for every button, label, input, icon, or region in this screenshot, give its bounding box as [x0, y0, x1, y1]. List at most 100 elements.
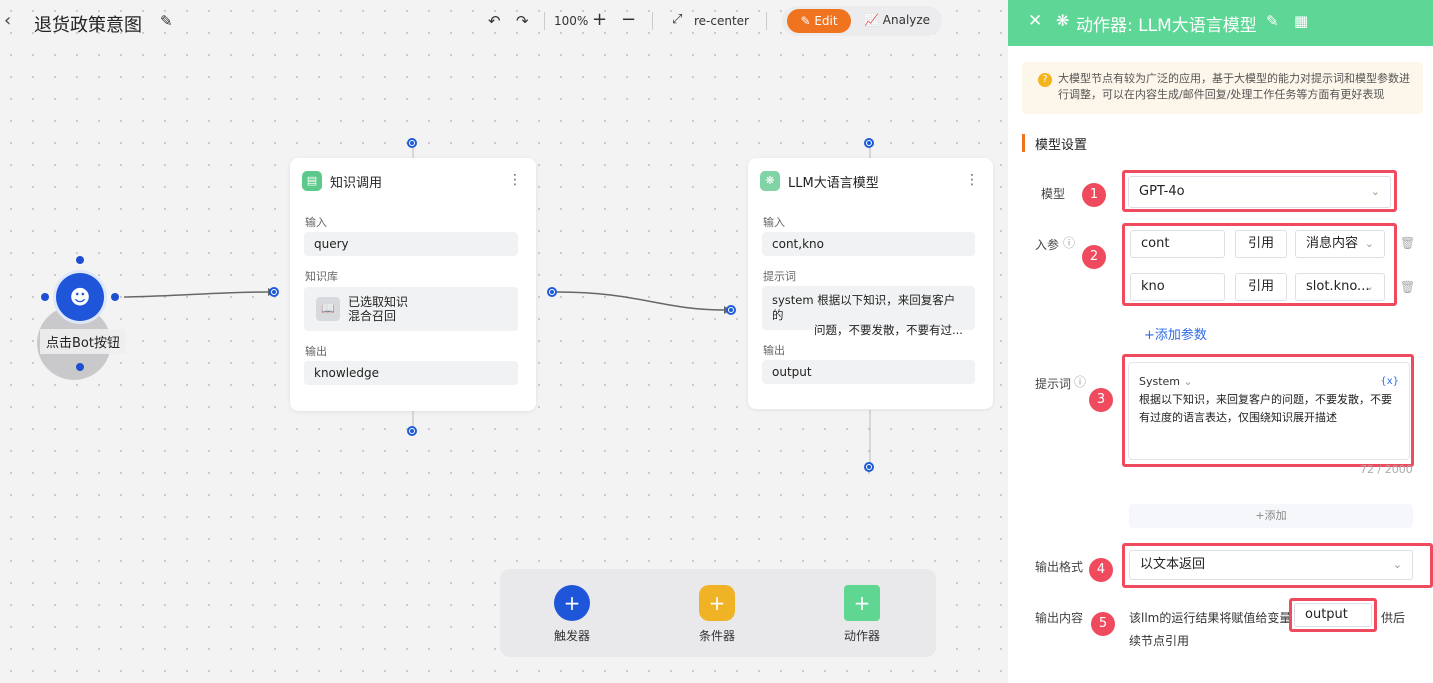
- knowledge-port-bottom[interactable]: [407, 426, 417, 436]
- knowledge-port-top[interactable]: [407, 138, 417, 148]
- badge-1: 1: [1082, 183, 1106, 207]
- kb-line2: 混合召回: [348, 309, 397, 323]
- llm-port-left[interactable]: [726, 305, 736, 315]
- param-name-input[interactable]: kno: [1130, 273, 1225, 301]
- node-palette: + 触发器 + 条件器 + 动作器: [500, 569, 936, 657]
- kb-label: 知识库: [305, 270, 338, 283]
- node-title: 知识调用: [330, 175, 383, 191]
- chevron-down-icon: ⌄: [1183, 375, 1193, 388]
- param-ref-button[interactable]: 引用: [1235, 230, 1287, 258]
- trigger-port-top[interactable]: [76, 256, 84, 264]
- more-icon[interactable]: ⋮: [508, 172, 522, 188]
- input-label: 输入: [763, 216, 785, 229]
- model-select[interactable]: GPT-4o ⌄: [1128, 176, 1391, 208]
- knowledge-icon: ▤: [302, 171, 322, 191]
- plus-icon: +: [699, 585, 735, 621]
- knowledge-port-left[interactable]: [269, 287, 279, 297]
- param-source-select[interactable]: slot.kno... ⌄: [1295, 273, 1385, 301]
- badge-5: 5: [1091, 612, 1115, 636]
- edit-icon[interactable]: ✎: [1266, 12, 1279, 30]
- llm-node[interactable]: ❋ LLM大语言模型 ⋮ 输入 cont,kno 提示词 system 根据以下…: [748, 158, 993, 409]
- save-icon[interactable]: ▦: [1294, 12, 1308, 30]
- prompt-role: System: [1139, 375, 1181, 388]
- brain-icon: ❋: [1056, 11, 1070, 30]
- prompt-role-select[interactable]: System ⌄: [1139, 375, 1193, 388]
- chevron-down-icon: ⌄: [1392, 558, 1402, 571]
- info-tip: ? 大模型节点有较为广泛的应用，基于大模型的能力对提示词和模型参数进行调整，可以…: [1022, 62, 1423, 114]
- add-trigger-button[interactable]: + 触发器: [542, 585, 602, 644]
- panel-title: 动作器: LLM大语言模型: [1076, 16, 1257, 36]
- llm-port-bottom[interactable]: [864, 462, 874, 472]
- trigger-port-bottom[interactable]: [76, 363, 84, 371]
- add-action-button[interactable]: + 动作器: [832, 585, 892, 644]
- format-label: 输出格式: [1035, 560, 1084, 574]
- input-value: query: [304, 232, 518, 256]
- panel-header: ✕ ❋ 动作器: LLM大语言模型 ✎ ▦: [1008, 0, 1433, 46]
- add-condition-button[interactable]: + 条件器: [687, 585, 747, 644]
- prompt-text[interactable]: 根据以下知识，来回复客户的问题，不要发散，不要有过度的语言表达，仅围绕知识展开描…: [1139, 391, 1397, 427]
- format-select[interactable]: 以文本返回 ⌄: [1129, 550, 1413, 580]
- out-label: 输出内容: [1035, 611, 1084, 625]
- brain-icon: ❋: [760, 171, 780, 191]
- llm-port-top[interactable]: [864, 138, 874, 148]
- close-icon[interactable]: ✕: [1028, 11, 1042, 31]
- chevron-down-icon: ⌄: [1370, 185, 1380, 198]
- output-label: 输出: [763, 344, 785, 357]
- node-header: ▤ 知识调用: [302, 170, 382, 192]
- question-icon: ?: [1038, 73, 1052, 87]
- params-label: 入参: [1035, 238, 1060, 252]
- add-param-link[interactable]: +添加参数: [1144, 324, 1207, 343]
- book-icon: 📖: [316, 297, 340, 321]
- edge-knowledge-to-llm: [556, 291, 727, 311]
- help-icon[interactable]: ⓘ: [1063, 234, 1075, 251]
- section-title: 模型设置: [1022, 134, 1087, 153]
- add-message-button[interactable]: +添加: [1129, 504, 1413, 528]
- insert-variable-icon[interactable]: {x}: [1380, 376, 1399, 387]
- param-source-select[interactable]: 消息内容 ⌄: [1295, 230, 1385, 258]
- badge-3: 3: [1089, 388, 1113, 412]
- input-value: cont,kno: [762, 232, 975, 256]
- out-text-pre: 该llm的运行结果将赋值给变量: [1129, 611, 1292, 625]
- format-value: 以文本返回: [1140, 557, 1206, 572]
- robot-icon: ☻: [69, 285, 91, 309]
- plus-icon: +: [844, 585, 880, 621]
- param-source-value: 消息内容: [1306, 236, 1359, 251]
- output-value: output: [762, 360, 975, 384]
- badge-4: 4: [1089, 558, 1113, 582]
- node-title: LLM大语言模型: [788, 175, 879, 191]
- prompt-editor[interactable]: System ⌄ {x} 根据以下知识，来回复客户的问题，不要发散，不要有过度的…: [1128, 362, 1410, 460]
- node-config-panel: ✕ ❋ 动作器: LLM大语言模型 ✎ ▦ ? 大模型节点有较为广泛的应用，基于…: [1008, 0, 1433, 683]
- param-ref-button[interactable]: 引用: [1235, 273, 1287, 301]
- model-value: GPT-4o: [1139, 184, 1185, 199]
- output-value: knowledge: [304, 361, 518, 385]
- prompt-line2: 问题，不要发散，不要有过...: [814, 323, 963, 337]
- prompt-label: 提示词: [1035, 377, 1072, 391]
- condition-label: 条件器: [698, 629, 735, 643]
- out-text-post: 供后: [1381, 611, 1406, 625]
- trigger-port-right[interactable]: [111, 293, 119, 301]
- badge-2: 2: [1082, 245, 1106, 269]
- help-icon[interactable]: ⓘ: [1074, 373, 1086, 390]
- bot-trigger-node[interactable]: ☻: [56, 273, 104, 321]
- more-icon[interactable]: ⋮: [965, 172, 979, 188]
- delete-icon[interactable]: 🗑: [1400, 280, 1415, 294]
- plus-icon: +: [554, 585, 590, 621]
- prompt-box: system 根据以下知识，来回复客户的 问题，不要发散，不要有过...: [762, 286, 975, 337]
- trigger-label: 点击Bot按钮: [40, 329, 126, 354]
- trigger-port-left[interactable]: [41, 293, 49, 301]
- out-text-post: 续节点引用: [1129, 634, 1190, 648]
- input-label: 输入: [305, 216, 327, 229]
- prompt-label: 提示词: [763, 270, 796, 283]
- tip-text: 大模型节点有较为广泛的应用，基于大模型的能力对提示词和模型参数进行调整，可以在内…: [1058, 72, 1410, 101]
- knowledge-node[interactable]: ▤ 知识调用 ⋮ 输入 query 知识库 📖 已选取知识 混合召回 输出 kn…: [290, 158, 536, 411]
- model-label: 模型: [1041, 187, 1066, 201]
- knowledge-port-right[interactable]: [547, 287, 557, 297]
- edge-trigger-to-knowledge: [123, 291, 269, 298]
- node-header: ❋ LLM大语言模型: [760, 170, 879, 192]
- output-var-input[interactable]: output: [1294, 603, 1372, 627]
- delete-icon[interactable]: 🗑: [1400, 236, 1415, 250]
- kb-line1: 已选取知识: [348, 295, 409, 309]
- param-name-input[interactable]: cont: [1130, 230, 1225, 258]
- param-source-value: slot.kno...: [1306, 279, 1370, 294]
- char-count: 72 / 2000: [1360, 463, 1413, 476]
